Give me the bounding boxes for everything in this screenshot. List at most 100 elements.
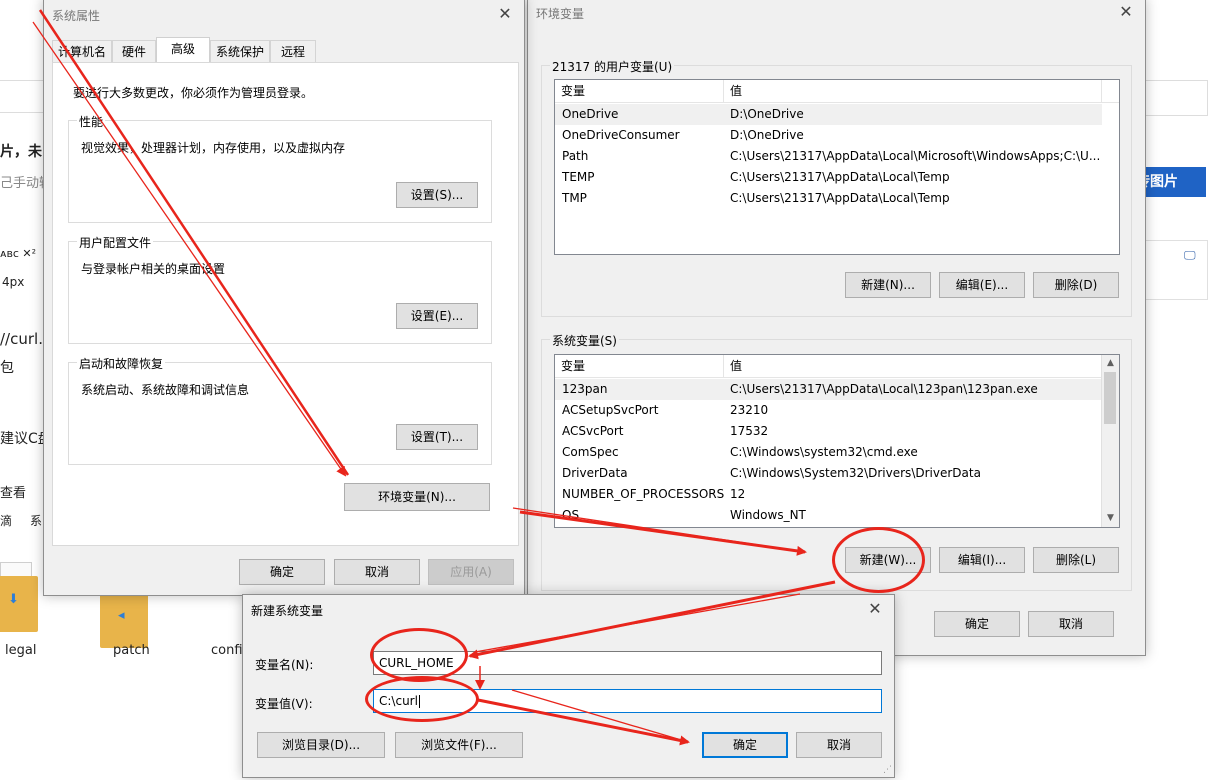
- var-value: D:\OneDrive: [730, 128, 804, 142]
- browse-directory-button[interactable]: 浏览目录(D)...: [257, 732, 385, 758]
- column-header-val[interactable]: 值: [724, 80, 1102, 102]
- var-name: OneDriveConsumer: [562, 128, 680, 142]
- user-edit-button[interactable]: 编辑(E)...: [939, 272, 1025, 298]
- group-title: 用户配置文件: [77, 234, 154, 251]
- system-properties-window: 系统属性 ✕ 计算机名 硬件 高级 系统保护 远程 要进行大多数更改，你必须作为…: [43, 0, 525, 596]
- var-value: C:\Users\21317\AppData\Local\Microsoft\W…: [730, 149, 1101, 163]
- list-item[interactable]: TEMP C:\Users\21317\AppData\Local\Temp: [555, 167, 1102, 188]
- highlight-circle: [832, 527, 925, 593]
- list-item[interactable]: OS Windows_NT: [555, 505, 1103, 526]
- var-value: C:\Users\21317\AppData\Local\Temp: [730, 170, 950, 184]
- monitor-icon: 🖵: [1184, 248, 1196, 262]
- startup-settings-button[interactable]: 设置(T)...: [396, 424, 478, 450]
- resize-grip-icon[interactable]: ⋰: [883, 765, 892, 775]
- scroll-up-icon[interactable]: ▲: [1102, 355, 1119, 372]
- list-item[interactable]: OneDriveConsumer D:\OneDrive: [555, 125, 1102, 146]
- folder-label: patch: [113, 643, 150, 658]
- window-title: 环境变量: [536, 7, 585, 21]
- sys-delete-button[interactable]: 删除(L): [1033, 547, 1119, 573]
- list-item[interactable]: TMP C:\Users\21317\AppData\Local\Temp: [555, 188, 1102, 209]
- var-name: NUMBER_OF_PROCESSORS: [562, 487, 725, 501]
- highlight-circle: [365, 676, 479, 722]
- var-value: D:\OneDrive: [730, 107, 804, 121]
- environment-variables-button[interactable]: 环境变量(N)...: [344, 483, 490, 511]
- var-name-label: 变量名(N):: [255, 658, 314, 672]
- group-title: 性能: [77, 113, 106, 130]
- list-item[interactable]: NUMBER_OF_PROCESSORS 12: [555, 484, 1103, 505]
- var-value: 17532: [730, 424, 769, 438]
- user-vars-list[interactable]: 变量 值 OneDrive D:\OneDrive OneDriveConsum…: [554, 79, 1120, 255]
- var-value: C:\Users\21317\AppData\Local\123pan\123p…: [730, 382, 1038, 396]
- var-value: 12: [730, 487, 746, 501]
- close-icon[interactable]: ✕: [492, 2, 518, 26]
- new-var-ok-button[interactable]: 确定: [702, 732, 788, 758]
- folder-icon[interactable]: ⬇: [0, 562, 38, 632]
- user-new-button[interactable]: 新建(N)...: [845, 272, 931, 298]
- window-title: 系统属性: [52, 9, 101, 23]
- var-name: OneDrive: [562, 107, 619, 121]
- cancel-button[interactable]: 取消: [334, 559, 420, 585]
- tab-hardware[interactable]: 硬件: [112, 40, 156, 62]
- var-value: 23210: [730, 403, 769, 417]
- var-name: TMP: [562, 191, 587, 205]
- sys-vars-list[interactable]: 变量 值 123pan C:\Users\21317\AppData\Local…: [554, 354, 1120, 528]
- folder-label: legal: [5, 643, 37, 658]
- var-name: OS: [562, 508, 580, 522]
- scroll-down-icon[interactable]: ▼: [1102, 510, 1119, 527]
- list-item[interactable]: OneDrive D:\OneDrive: [555, 104, 1102, 125]
- bg-text: 4px: [2, 275, 25, 289]
- list-header: 变量 值: [555, 80, 1119, 103]
- user-delete-button[interactable]: 删除(D): [1033, 272, 1119, 298]
- list-header: 变量 值: [555, 355, 1119, 378]
- user-profile-group: 用户配置文件 与登录帐户相关的桌面设置 设置(E)...: [68, 234, 492, 344]
- list-item[interactable]: 123pan C:\Users\21317\AppData\Local\123p…: [555, 379, 1103, 400]
- env-ok-button[interactable]: 确定: [934, 611, 1020, 637]
- scrollbar[interactable]: ▲ ▼: [1101, 355, 1119, 527]
- scroll-thumb[interactable]: [1104, 372, 1116, 424]
- var-value: C:\Windows\system32\cmd.exe: [730, 445, 918, 459]
- list-item[interactable]: Path C:\Users\21317\AppData\Local\Micros…: [555, 146, 1102, 167]
- var-value-label: 变量值(V):: [255, 697, 313, 711]
- close-icon[interactable]: ✕: [862, 597, 888, 621]
- var-name: Path: [562, 149, 589, 163]
- sys-edit-button[interactable]: 编辑(I)...: [939, 547, 1025, 573]
- ok-button[interactable]: 确定: [239, 559, 325, 585]
- startup-recovery-group: 启动和故障恢复 系统启动、系统故障和调试信息 设置(T)...: [68, 355, 492, 465]
- apply-button[interactable]: 应用(A): [428, 559, 514, 585]
- tab-computer-name[interactable]: 计算机名: [52, 40, 112, 62]
- tab-remote[interactable]: 远程: [270, 40, 316, 62]
- var-value: C:\Users\21317\AppData\Local\Temp: [730, 191, 950, 205]
- tab-panel-advanced: 要进行大多数更改，你必须作为管理员登录。 性能 视觉效果，处理器计划，内存使用，…: [52, 62, 519, 546]
- column-header-val[interactable]: 值: [724, 355, 1102, 377]
- admin-note: 要进行大多数更改，你必须作为管理员登录。: [73, 86, 314, 100]
- env-cancel-button[interactable]: 取消: [1028, 611, 1114, 637]
- var-name: 123pan: [562, 382, 608, 396]
- column-header-var[interactable]: 变量: [555, 355, 724, 377]
- list-item[interactable]: DriverData C:\Windows\System32\Drivers\D…: [555, 463, 1103, 484]
- group-desc: 与登录帐户相关的桌面设置: [81, 262, 226, 276]
- list-item[interactable]: ComSpec C:\Windows\system32\cmd.exe: [555, 442, 1103, 463]
- group-desc: 视觉效果，处理器计划，内存使用，以及虚拟内存: [81, 141, 346, 155]
- browse-file-button[interactable]: 浏览文件(F)...: [395, 732, 523, 758]
- performance-settings-button[interactable]: 设置(S)...: [396, 182, 478, 208]
- tab-system-protection[interactable]: 系统保护: [210, 40, 270, 62]
- highlight-circle: [370, 628, 468, 682]
- var-value: Windows_NT: [730, 508, 806, 522]
- var-name: ComSpec: [562, 445, 619, 459]
- close-icon[interactable]: ✕: [1113, 0, 1139, 24]
- group-title: 启动和故障恢复: [77, 355, 166, 372]
- group-desc: 系统启动、系统故障和调试信息: [81, 383, 250, 397]
- new-var-cancel-button[interactable]: 取消: [796, 732, 882, 758]
- dialog-body: 变量名(N): CURL_HOME 变量值(V): C:\curl 浏览目录(D…: [243, 623, 892, 775]
- var-name: ACSetupSvcPort: [562, 403, 659, 417]
- tab-advanced[interactable]: 高级: [156, 37, 210, 63]
- new-system-variable-dialog: 新建系统变量 ✕ 变量名(N): CURL_HOME 变量值(V): C:\cu…: [242, 594, 895, 778]
- list-item[interactable]: ACSetupSvcPort 23210: [555, 400, 1103, 421]
- column-header-var[interactable]: 变量: [555, 80, 724, 102]
- bg-text: 片，未i: [0, 144, 47, 160]
- group-title: 系统变量(S): [550, 332, 619, 349]
- group-title: 21317 的用户变量(U): [550, 58, 675, 75]
- list-item[interactable]: ACSvcPort 17532: [555, 421, 1103, 442]
- profile-settings-button[interactable]: 设置(E)...: [396, 303, 478, 329]
- bg-text: 系: [30, 514, 43, 528]
